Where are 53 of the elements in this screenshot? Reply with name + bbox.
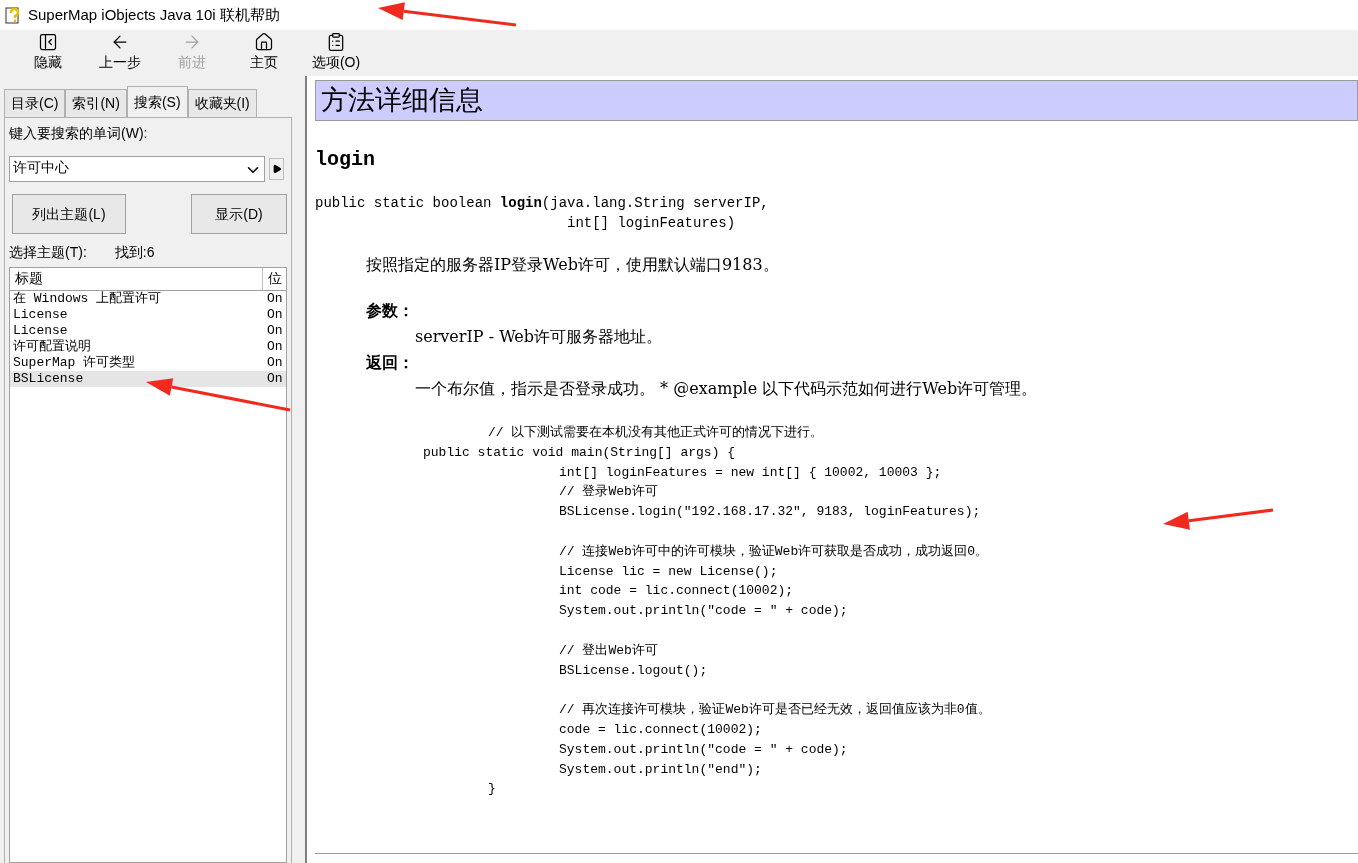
- tab[interactable]: 目录(C): [4, 89, 66, 117]
- parameters-label: 参数：: [366, 300, 415, 322]
- method-name: login: [315, 147, 376, 173]
- code-line: }: [488, 781, 496, 797]
- parameter-description: serverIP - Web许可服务器地址。: [414, 326, 663, 348]
- code-line: System.out.println("code = " + code);: [559, 603, 848, 619]
- list-topics-button[interactable]: 列出主题(L): [12, 194, 126, 234]
- method-description: 按照指定的服务器IP登录Web许可，使用默认端口9183。: [366, 254, 780, 276]
- panel-icon: [38, 32, 58, 52]
- toolbar-button[interactable]: 主页: [228, 30, 300, 73]
- toolbar-button[interactable]: 上一步: [84, 30, 156, 73]
- toolbar-button[interactable]: 隐藏: [12, 30, 84, 73]
- more-button[interactable]: [269, 158, 284, 180]
- display-button[interactable]: 显示(D): [191, 194, 287, 234]
- found-count: 找到:6: [114, 243, 155, 262]
- code-line: // 登出Web许可: [559, 642, 658, 658]
- method-signature: public static boolean login(java.lang.String serverIP,: [315, 194, 770, 213]
- search-label: 键入要搜索的单词(W):: [9, 124, 149, 143]
- result-row[interactable]: License On: [10, 323, 286, 339]
- select-topic-label: 选择主题(T):: [9, 243, 87, 262]
- section-heading: 方法详细信息: [315, 80, 1358, 121]
- code-line: int[] loginFeatures = new int[] { 10002, 10003 };: [559, 464, 942, 480]
- method-signature: int[] loginFeatures): [566, 214, 737, 233]
- result-row[interactable]: 许可配置说明 On: [10, 339, 286, 355]
- returns-description: 一个布尔值，指示是否登录成功。 * @example 以下代码示范如何进行Web许可管理。: [414, 378, 1039, 400]
- column-header[interactable]: 位: [263, 268, 286, 290]
- result-row[interactable]: BSLicense On: [10, 371, 286, 387]
- code-line: // 连接Web许可中的许可模块，验证Web许可获取是否成功，成功返回0。: [559, 543, 988, 559]
- search-combobox[interactable]: 许可中心: [9, 156, 265, 182]
- code-line: License lic = new License();: [559, 563, 778, 579]
- result-row[interactable]: 在 Windows 上配置许可 On: [10, 291, 286, 307]
- tab[interactable]: 收藏夹(I): [187, 89, 257, 117]
- code-line: System.out.println("code = " + code);: [559, 741, 848, 757]
- result-row[interactable]: License On: [10, 307, 286, 323]
- code-line: BSLicense.logout();: [559, 662, 708, 678]
- code-line: // 以下测试需要在本机没有其他正式许可的情况下进行。: [488, 425, 824, 440]
- toolbar-button[interactable]: 选项(O): [300, 30, 372, 73]
- tab[interactable]: 索引(N): [65, 89, 127, 117]
- code-line: BSLicense.login("192.168.17.32", 9183, loginFeatures);: [559, 504, 981, 520]
- code-line: // 再次连接许可模块，验证Web许可是否已经无效，返回值应该为非0值。: [559, 702, 991, 718]
- code-line: int code = lic.connect(10002);: [559, 583, 794, 599]
- home-icon: [254, 32, 274, 52]
- clipboard-icon: [326, 32, 346, 52]
- result-row[interactable]: SuperMap 许可类型 On: [10, 355, 286, 371]
- tab[interactable]: 搜索(S): [126, 86, 188, 117]
- window-title: SuperMap iObjects Java 10i 联机帮助: [28, 4, 280, 25]
- returns-label: 返回：: [366, 352, 415, 374]
- code-line: public static void main(String[] args) {: [423, 444, 736, 460]
- code-line: // 登录Web许可: [559, 484, 658, 500]
- code-line: code = lic.connect(10002);: [559, 721, 762, 737]
- right-triangle-icon: [271, 164, 282, 174]
- column-header[interactable]: 标题: [10, 268, 263, 290]
- code-line: System.out.println("end");: [559, 761, 762, 777]
